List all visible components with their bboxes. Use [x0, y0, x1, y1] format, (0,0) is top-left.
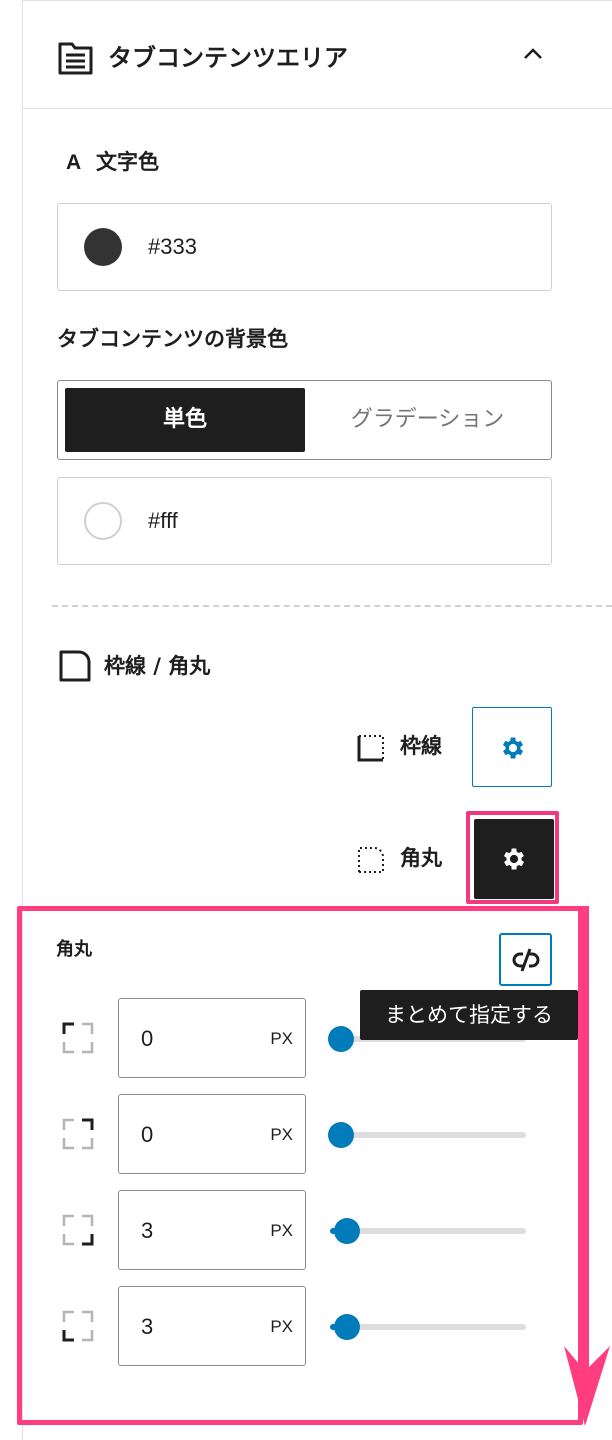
radius-slider[interactable]	[330, 1218, 526, 1244]
corner-icon	[62, 1118, 94, 1150]
radius-icon	[59, 650, 91, 682]
radius-row: 3 PX	[0, 1190, 612, 1270]
radius-input[interactable]: 0 PX	[118, 998, 306, 1078]
corner-icon	[62, 1214, 94, 1246]
section-header[interactable]: タブコンテンツエリア	[22, 3, 612, 109]
chevron-up-icon[interactable]	[522, 43, 544, 65]
corner-icon	[62, 1310, 94, 1342]
radius-value: 3	[141, 1218, 154, 1243]
section-divider	[52, 605, 612, 607]
unlink-button[interactable]	[499, 933, 552, 986]
slider-thumb[interactable]	[334, 1218, 360, 1244]
radius-icon	[358, 847, 384, 873]
unit-label: PX	[270, 1125, 293, 1144]
slider-thumb[interactable]	[334, 1314, 360, 1340]
radius-value: 0	[141, 1026, 154, 1051]
corner-icon	[62, 1022, 94, 1054]
segment-solid[interactable]: 単色	[65, 388, 305, 452]
border-icon	[357, 735, 384, 762]
radius-slider[interactable]	[328, 1122, 526, 1148]
text-color-label: A 文字色	[66, 147, 159, 178]
bg-color-label: タブコンテンツの背景色	[57, 327, 288, 351]
radius-input[interactable]: 3 PX	[118, 1190, 306, 1270]
radius-input[interactable]: 0 PX	[118, 1094, 306, 1174]
highlight-box	[466, 811, 559, 904]
radius-row: 0 PX	[0, 1094, 612, 1174]
radius-slider[interactable]	[330, 1314, 526, 1340]
bg-color-value: #fff	[148, 508, 178, 533]
text-color-value: #333	[148, 234, 197, 259]
gear-icon	[502, 737, 524, 759]
unit-label: PX	[270, 1029, 293, 1048]
text-color-label-text: 文字色	[96, 150, 159, 174]
radius-input[interactable]: 3 PX	[118, 1286, 306, 1366]
slider-thumb[interactable]	[328, 1122, 354, 1148]
unit-label: PX	[270, 1317, 293, 1336]
border-label: 枠線	[400, 734, 442, 758]
unit-label: PX	[270, 1221, 293, 1240]
radius-panel-label: 角丸	[56, 939, 92, 960]
tooltip: まとめて指定する	[360, 990, 578, 1040]
radius-label: 角丸	[400, 846, 442, 870]
radius-row: 3 PX	[0, 1286, 612, 1366]
radius-value: 0	[141, 1122, 154, 1147]
segment-gradient[interactable]: グラデーション	[310, 388, 545, 452]
color-swatch	[84, 228, 122, 266]
unlink-icon	[512, 948, 540, 972]
slider-thumb[interactable]	[328, 1026, 354, 1052]
color-swatch	[84, 502, 122, 540]
document-icon	[58, 42, 93, 75]
radius-value: 3	[141, 1314, 154, 1339]
bg-type-toggle: 単色 グラデーション	[57, 380, 552, 460]
section-title: タブコンテンツエリア	[108, 44, 348, 72]
border-settings-button[interactable]	[472, 707, 552, 787]
arrow-down-icon	[564, 906, 610, 1426]
text-color-picker[interactable]: #333	[57, 203, 552, 291]
bg-color-picker[interactable]: #fff	[57, 477, 552, 565]
border-radius-title: 枠線 / 角丸	[104, 654, 211, 678]
text-color-letter: A	[66, 151, 82, 174]
